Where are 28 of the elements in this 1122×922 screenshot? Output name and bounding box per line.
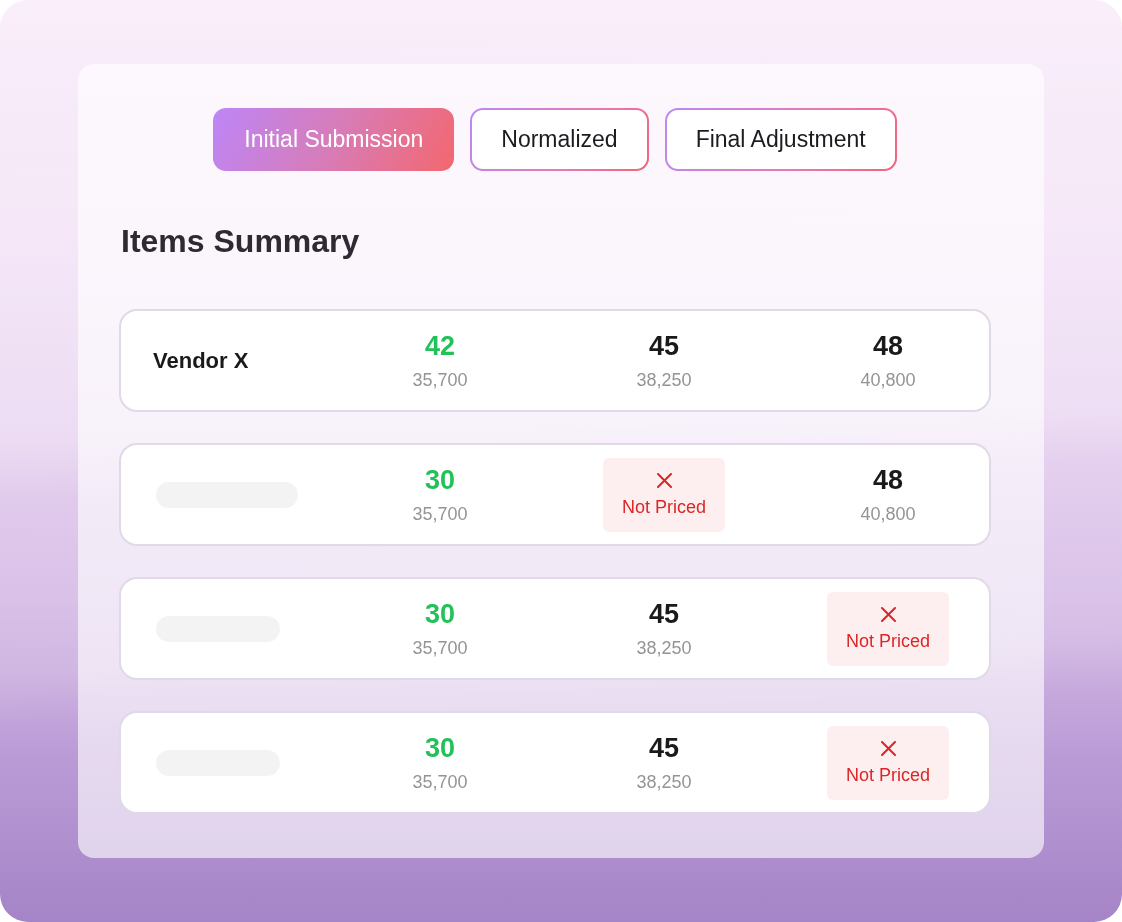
unit-price: 48 <box>872 463 903 496</box>
section-title: Items Summary <box>121 222 360 261</box>
total-price: 38,250 <box>636 770 692 794</box>
unit-price: 45 <box>648 731 679 764</box>
cross-icon <box>880 606 896 622</box>
not-priced-label: Not Priced <box>845 764 930 785</box>
unit-price: 30 <box>424 463 455 496</box>
total-price: 35,700 <box>412 502 468 526</box>
cross-icon <box>656 472 672 488</box>
total-price: 40,800 <box>860 502 916 526</box>
unit-price: 30 <box>424 597 455 630</box>
unit-price: 45 <box>648 597 679 630</box>
total-price: 35,700 <box>412 368 468 392</box>
not-priced-label: Not Priced <box>621 496 706 517</box>
vendor-name: Vendor X <box>153 347 249 374</box>
total-price: 40,800 <box>860 368 916 392</box>
not-priced-label: Not Priced <box>845 630 930 651</box>
tab[interactable]: Final Adjustment <box>664 108 897 171</box>
total-price: 35,700 <box>412 636 468 660</box>
unit-price: 30 <box>424 731 455 764</box>
unit-price: 45 <box>648 329 679 362</box>
unit-price: 42 <box>424 329 455 362</box>
cross-icon <box>880 740 896 756</box>
unit-price: 48 <box>872 329 903 362</box>
total-price: 38,250 <box>636 636 692 660</box>
total-price: 38,250 <box>636 368 692 392</box>
tab[interactable]: Normalized <box>470 108 649 171</box>
total-price: 35,700 <box>412 770 468 794</box>
